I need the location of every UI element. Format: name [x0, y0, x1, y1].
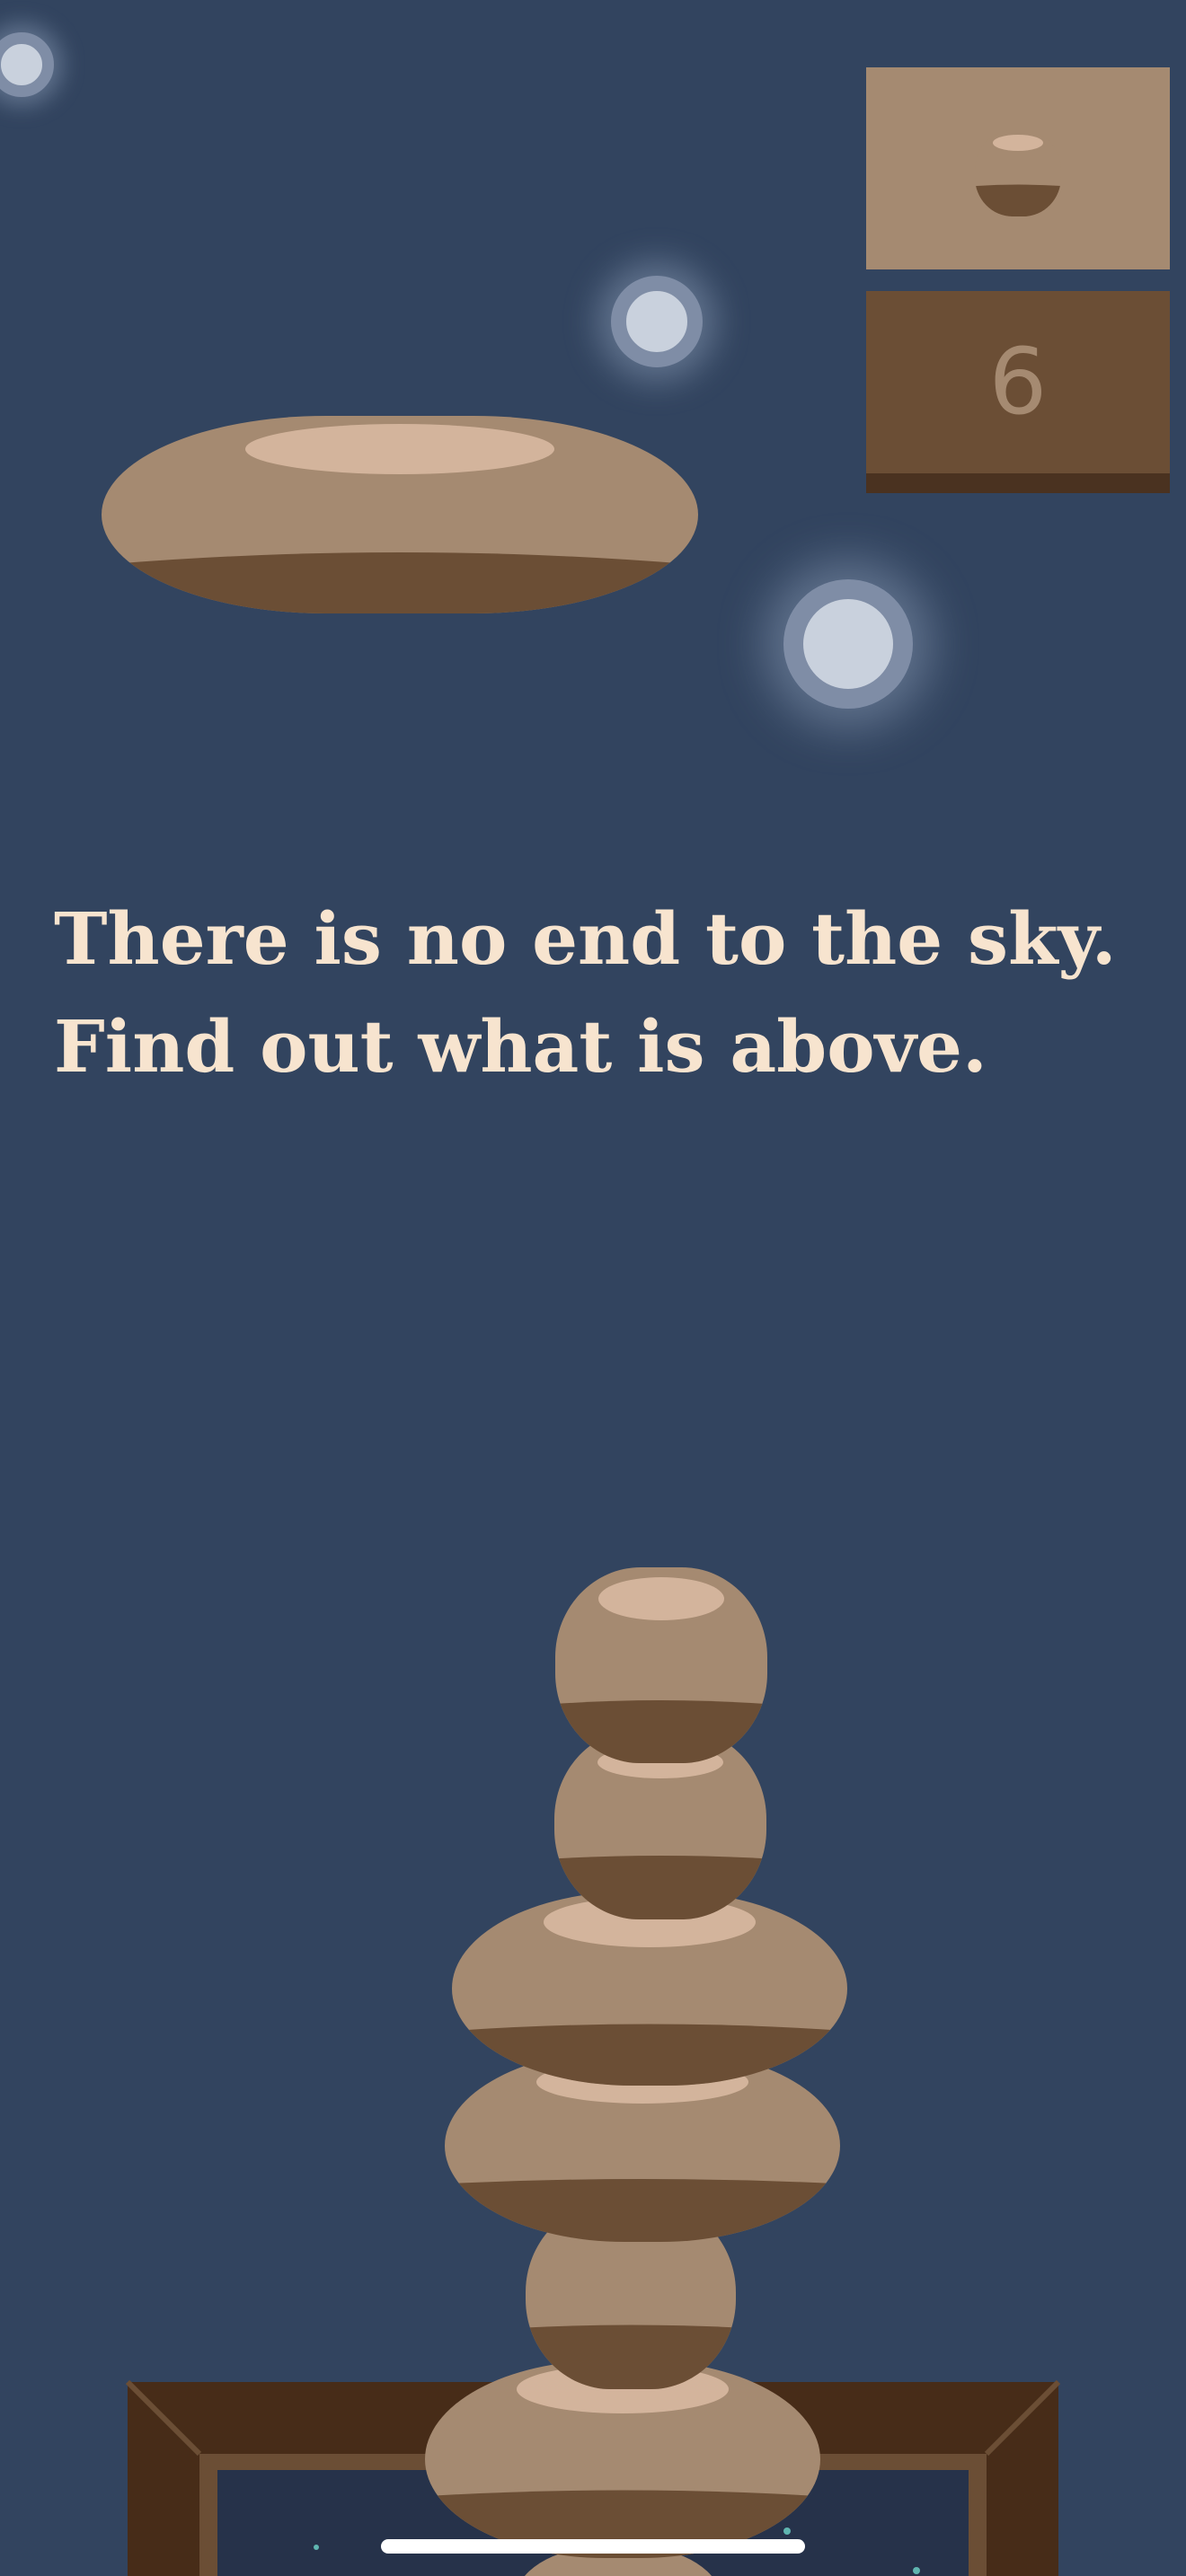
- stacked-stone: [452, 1892, 847, 2086]
- held-stone[interactable]: [90, 416, 710, 629]
- play-field: [90, 416, 1061, 2576]
- home-indicator[interactable]: [381, 2539, 805, 2554]
- game-scene[interactable]: 6 There is no end to the sky. Find out w…: [0, 0, 1186, 2576]
- top-stone: [555, 1567, 767, 1763]
